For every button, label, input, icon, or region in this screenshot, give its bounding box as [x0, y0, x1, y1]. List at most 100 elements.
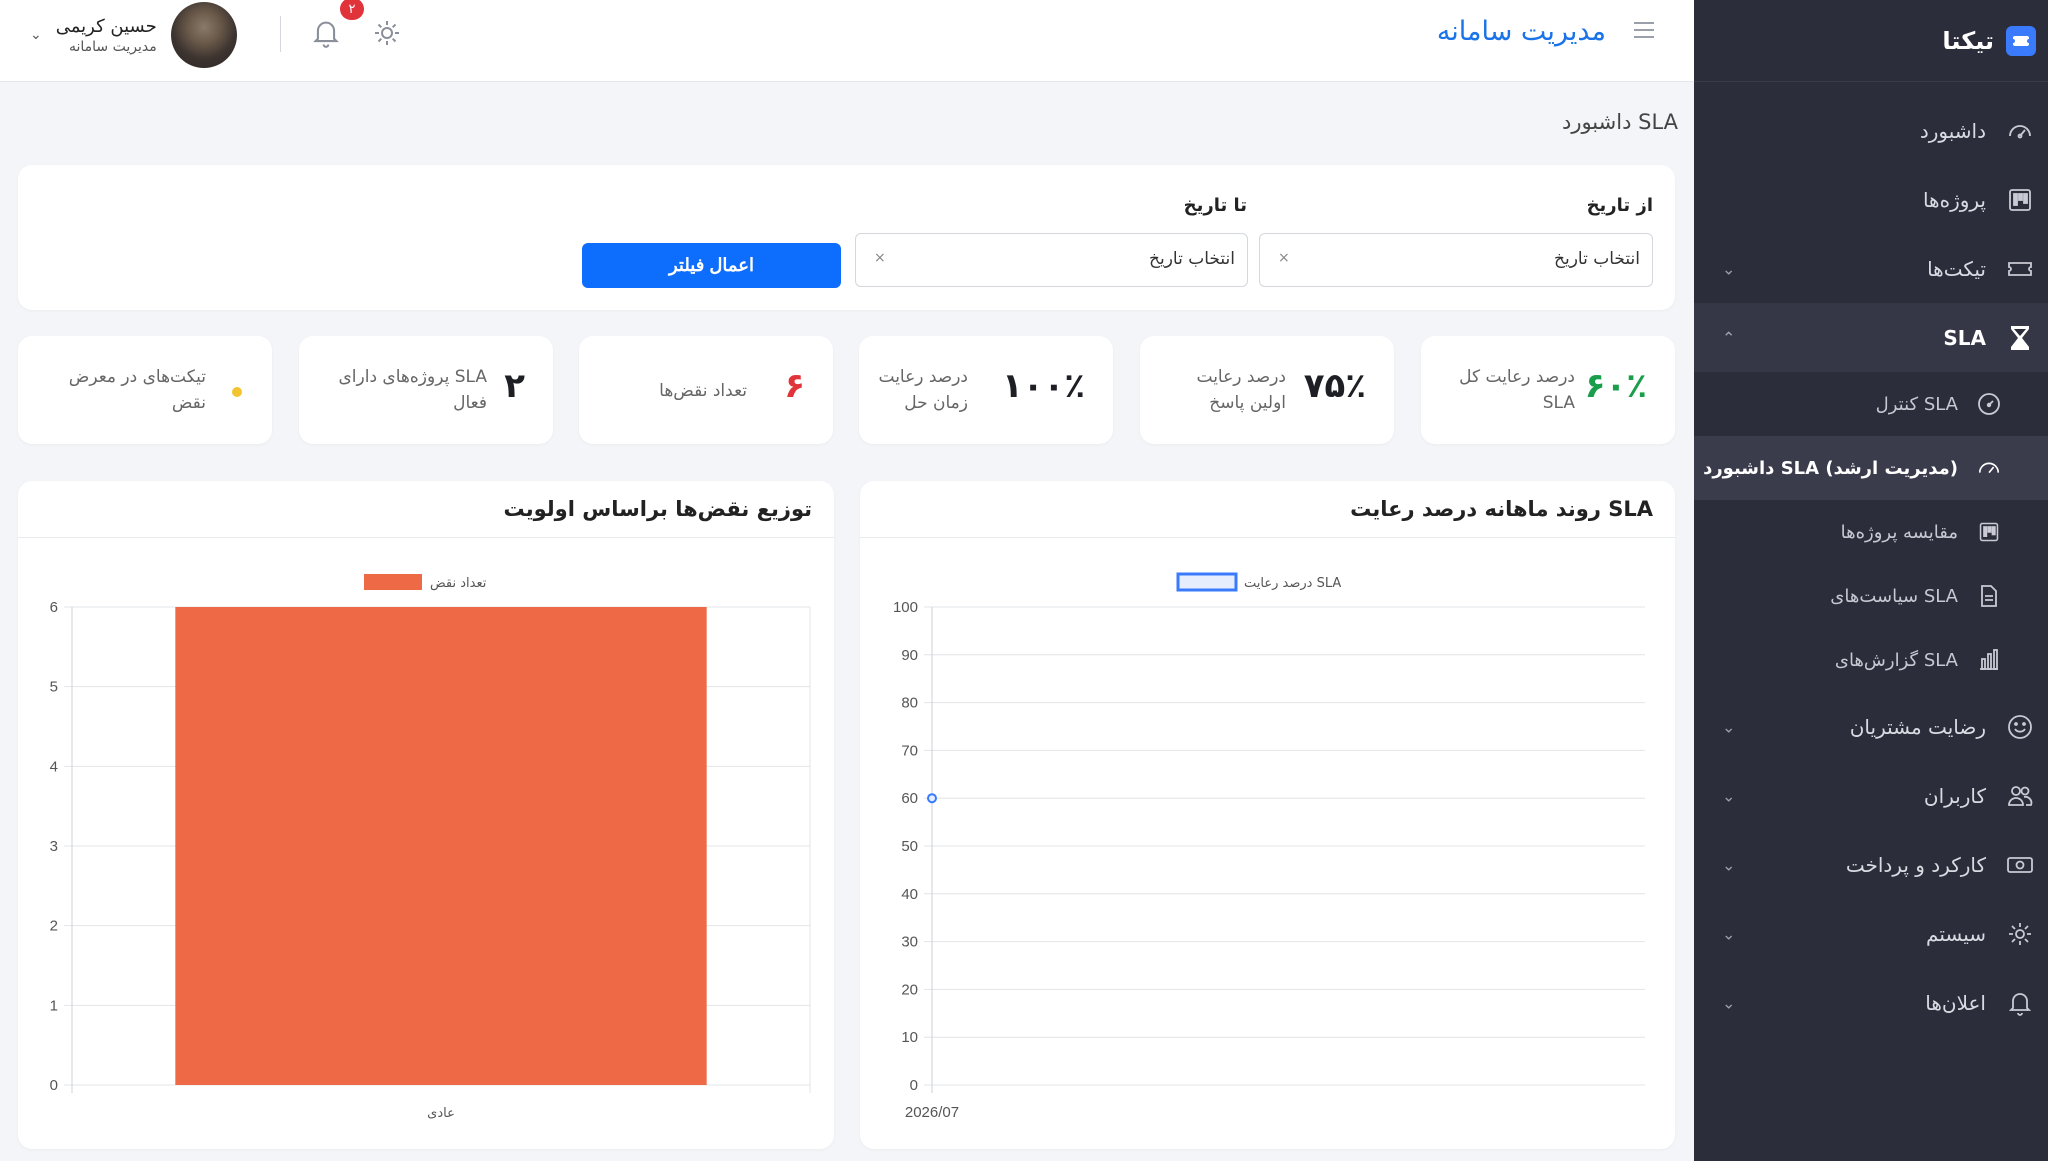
- chevron-down-icon: ⌄: [1722, 855, 1736, 874]
- bar: [175, 607, 707, 1085]
- gear-icon: [2006, 920, 2034, 948]
- stat-label-line: فعال: [453, 393, 487, 413]
- y-tick-label: 20: [901, 981, 918, 998]
- speedometer-icon: [1976, 455, 2002, 481]
- top-bar: ⌄ حسین کریمی مدیریت سامانه ۲ مدیریت ساما…: [0, 0, 1694, 82]
- y-tick-label: 2: [50, 918, 58, 935]
- sidebar-item-system[interactable]: ⌄ سیستم: [1694, 899, 2048, 968]
- x-tick-label: عادی: [427, 1106, 455, 1121]
- stat-value: ۷۵٪: [1303, 366, 1366, 406]
- stat-label-line: تیکت‌های در معرض: [68, 367, 206, 387]
- sidebar-item-sla[interactable]: ⌃ SLA: [1694, 303, 2048, 372]
- avatar[interactable]: [170, 2, 237, 68]
- sidebar-item-customer-satisfaction[interactable]: ⌄ رضایت مشتریان: [1694, 692, 2048, 761]
- to-date-label: تا تاریخ: [1183, 195, 1247, 216]
- chevron-down-icon: ⌄: [30, 27, 42, 43]
- stat-card-active-projects: ۲ پروژه‌های دارای SLA فعال: [299, 336, 553, 444]
- line-chart: درصد رعایت SLA 0 10 20 30 40 50 60 70 80 90 100 2026…: [893, 572, 1645, 1121]
- to-date-input[interactable]: انتخاب تاریخ ×: [855, 233, 1248, 287]
- y-tick-label: 5: [50, 679, 58, 696]
- brand[interactable]: تیکتا: [1694, 0, 2048, 82]
- user-menu[interactable]: ⌄ حسین کریمی مدیریت سامانه: [30, 0, 237, 70]
- chevron-down-icon: ⌄: [1722, 924, 1736, 943]
- y-tick-label: 100: [893, 599, 918, 616]
- stat-card-breach-count: ۶ تعداد نقض‌ها: [579, 336, 833, 444]
- users-icon: [2006, 782, 2034, 810]
- y-tick-label: 60: [901, 790, 918, 807]
- sidebar-item-label: کاربران: [1923, 783, 1986, 808]
- sidebar-item-label: اعلان‌ها: [1925, 990, 1986, 1015]
- clear-icon[interactable]: ×: [874, 250, 886, 266]
- sidebar-sub-label: داشبورد SLA (مدیریت ارشد): [1703, 457, 1958, 479]
- hourglass-icon: [2006, 324, 2034, 352]
- bell-icon[interactable]: [312, 18, 340, 48]
- speedometer-icon: [2006, 117, 2034, 145]
- sidebar-item-label: SLA: [1943, 325, 1986, 350]
- y-tick-label: 6: [50, 599, 58, 616]
- y-tick-label: 70: [901, 742, 918, 759]
- user-name: حسین کریمی: [55, 15, 157, 37]
- y-tick-label: 30: [901, 934, 918, 951]
- y-tick-label: 0: [910, 1077, 918, 1094]
- sidebar-sub-sla-reports[interactable]: گزارش‌های SLA: [1694, 628, 2048, 692]
- smile-icon: [2006, 713, 2034, 741]
- sidebar-item-notifications[interactable]: ⌄ اعلان‌ها: [1694, 968, 2048, 1037]
- bar-chart: تعداد نقض 0 1 2 3 4 5 6 عادی: [50, 574, 811, 1121]
- x-tick-label: 2026/07: [905, 1104, 959, 1121]
- y-tick-label: 50: [901, 838, 918, 855]
- sidebar-sub-sla-policies[interactable]: سیاست‌های SLA: [1694, 564, 2048, 628]
- chevron-down-icon: ⌄: [1722, 717, 1736, 736]
- page-title: داشبورد SLA: [1561, 110, 1678, 134]
- kanban-icon: [1976, 519, 2002, 545]
- from-date-input[interactable]: انتخاب تاریخ ×: [1259, 233, 1653, 287]
- kanban-icon: [2006, 186, 2034, 214]
- user-info: حسین کریمی مدیریت سامانه: [56, 16, 157, 55]
- sidebar-sub-label: سیاست‌های SLA: [1830, 585, 1958, 607]
- y-tick-label: 90: [901, 647, 918, 664]
- sidebar-item-tickets[interactable]: ⌄ تیکت‌ها: [1694, 234, 2048, 303]
- legend-label: تعداد نقض: [430, 576, 487, 591]
- stat-card-at-risk-tickets: تیکت‌های در معرض نقض: [18, 336, 272, 444]
- stat-card-resolution-time: ۱۰۰٪ درصد رعایت زمان حل: [859, 336, 1113, 444]
- stat-value: ۱۰۰٪: [1001, 366, 1085, 406]
- sidebar-item-projects[interactable]: پروژه‌ها: [1694, 165, 2048, 234]
- sidebar-item-label: پروژه‌ها: [1922, 187, 1986, 212]
- sidebar-item-dashboard[interactable]: داشبورد: [1694, 96, 2048, 165]
- stat-label: تعداد نقض‌ها: [659, 381, 747, 401]
- legend-swatch: [1176, 572, 1238, 592]
- sidebar-sub-sla-control[interactable]: کنترل SLA: [1694, 372, 2048, 436]
- sidebar-sub-label: گزارش‌های SLA: [1834, 649, 1958, 671]
- cash-icon: [2006, 851, 2034, 879]
- user-role: مدیریت سامانه: [68, 38, 157, 55]
- line-chart-card: روند ماهانه درصد رعایت SLA درصد رعایت SL…: [860, 481, 1675, 1149]
- clear-icon[interactable]: ×: [1278, 250, 1290, 266]
- stat-label: تیکت‌های در معرض نقض: [69, 364, 206, 416]
- sidebar-item-users[interactable]: ⌄ کاربران: [1694, 761, 2048, 830]
- sidebar-item-label: داشبورد: [1919, 118, 1986, 143]
- y-tick-label: 10: [901, 1029, 918, 1046]
- stat-label-line: درصد رعایت کل: [1459, 367, 1575, 387]
- from-date-label: از تاریخ: [1586, 195, 1653, 216]
- y-tick-label: 3: [50, 838, 58, 855]
- sidebar-sub-project-compare[interactable]: مقایسه پروژه‌ها: [1694, 500, 2048, 564]
- status-dot: [232, 387, 242, 397]
- apply-filter-button[interactable]: اعمال فیلتر: [582, 243, 841, 288]
- ticket-icon: [2006, 255, 2034, 283]
- chevron-up-icon: ⌃: [1722, 328, 1736, 347]
- stat-label-line: درصد رعایت: [878, 367, 969, 387]
- stat-value: ۶: [784, 366, 805, 406]
- menu-icon[interactable]: [1634, 22, 1654, 40]
- y-tick-label: 1: [50, 997, 58, 1014]
- bell-icon: [2006, 989, 2034, 1017]
- sidebar-sub-sla-dashboard[interactable]: داشبورد SLA (مدیریت ارشد): [1694, 436, 2048, 500]
- stat-label-line: اولین پاسخ: [1209, 393, 1286, 413]
- sidebar-item-work-payment[interactable]: ⌄ کارکرد و پرداخت: [1694, 830, 2048, 899]
- bar-chart-card: توزیع نقض‌ها براساس اولویت تعداد نقض 0 1 2 3…: [18, 481, 834, 1149]
- ticket-logo-icon: [2006, 25, 2036, 56]
- stat-card-first-response: ۷۵٪ درصد رعایت اولین پاسخ: [1140, 336, 1394, 444]
- document-icon: [1976, 583, 2002, 609]
- stat-label-line: پروژه‌های دارای SLA: [338, 367, 487, 387]
- chevron-down-icon: ⌄: [1722, 786, 1736, 805]
- stat-label: درصد رعایت کل SLA: [1459, 364, 1575, 416]
- sun-icon[interactable]: [372, 18, 402, 48]
